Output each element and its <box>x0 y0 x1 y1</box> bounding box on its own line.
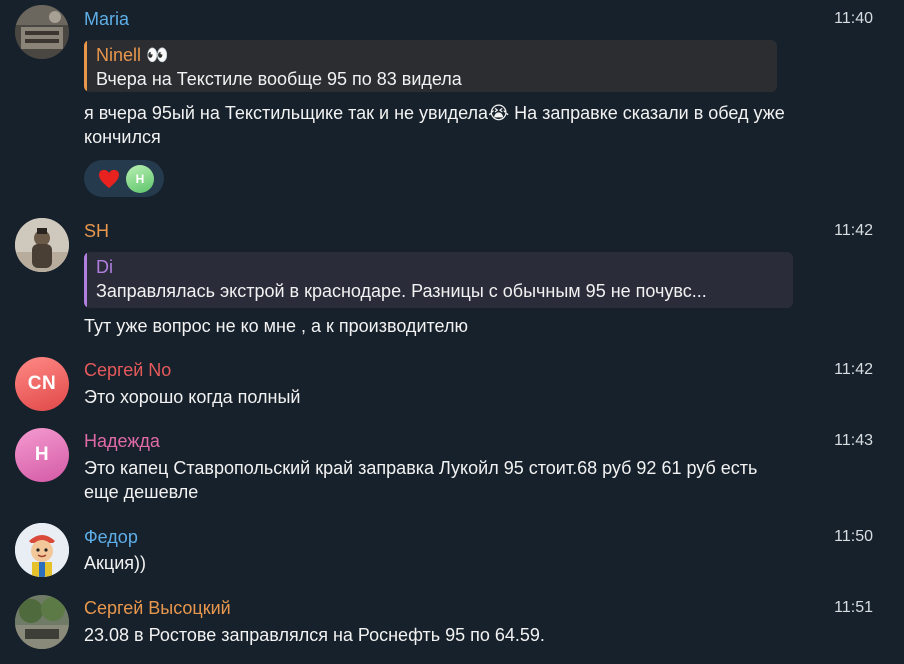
avatar-initials: Н <box>34 444 50 465</box>
avatar-sergey-vysotsky[interactable] <box>15 595 69 649</box>
message-time: 11:42 <box>834 361 873 378</box>
avatar-sh-photo <box>15 218 69 272</box>
reaction-user-avatar: Н <box>126 164 154 193</box>
reply-author: Di <box>96 257 113 277</box>
sender-name[interactable]: Maria <box>84 8 129 30</box>
message-fedor[interactable]: Федор 11:50 Акция)) <box>0 521 904 586</box>
message-time: 11:40 <box>834 10 873 27</box>
message-text: Это капец Ставропольский край заправка Л… <box>84 458 758 502</box>
message-text: 23.08 в Ростове заправлялся на Роснефть … <box>84 625 545 645</box>
reply-quote[interactable]: Ninell 👀 Вчера на Текстиле вообще 95 по … <box>84 40 777 92</box>
message-text: Это хорошо когда полный <box>84 387 301 407</box>
heart-icon <box>98 169 120 189</box>
message-time: 11:51 <box>834 599 873 616</box>
message-sergey-no[interactable]: CN Сергей No 11:42 Это хорошо когда полн… <box>0 355 904 420</box>
reply-quote[interactable]: Di Заправлялась экстрой в краснодаре. Ра… <box>84 252 793 308</box>
sender-name[interactable]: SH <box>84 220 109 242</box>
message-sergey-vysotsky[interactable]: Сергей Высоцкий 11:51 23.08 в Ростове за… <box>0 592 904 664</box>
message-time: 11:43 <box>834 432 873 449</box>
message-text: Акция)) <box>84 553 146 573</box>
cartoon-boy-icon <box>15 523 69 577</box>
message-text: Тут уже вопрос не ко мне , а к производи… <box>84 316 468 336</box>
avatar-fedor[interactable] <box>15 523 69 577</box>
message-time: 11:50 <box>834 528 873 545</box>
sender-name[interactable]: Федор <box>84 526 138 548</box>
sender-name[interactable]: Надежда <box>84 430 160 452</box>
message-sh[interactable]: SH 11:42 Di Заправлялась экстрой в красн… <box>0 210 904 350</box>
sender-name[interactable]: Сергей No <box>84 359 171 381</box>
message-text: я вчера 95ый на Текстильщике так и не ув… <box>84 103 785 147</box>
reply-author: Ninell 👀 <box>96 45 169 65</box>
avatar-maria[interactable] <box>15 5 69 59</box>
message-nadezhda[interactable]: Н Надежда 11:43 Это капец Ставропольский… <box>0 426 904 516</box>
reply-text: Вчера на Текстиле вообще 95 по 83 видела <box>96 69 462 89</box>
reply-text: Заправлялась экстрой в краснодаре. Разни… <box>96 281 707 301</box>
message-maria[interactable]: Maria 11:40 Ninell 👀 Вчера на Текстиле в… <box>0 0 904 205</box>
avatar-sergey-no[interactable]: CN <box>15 357 69 411</box>
reaction-pill[interactable]: Н <box>84 160 164 197</box>
chat-history[interactable]: Maria 11:40 Ninell 👀 Вчера на Текстиле в… <box>0 0 904 664</box>
avatar-maria-photo <box>15 5 69 59</box>
avatar-sh[interactable] <box>15 218 69 272</box>
avatar-sergey-vysotsky-photo <box>15 595 69 649</box>
avatar-nadezhda[interactable]: Н <box>15 428 69 482</box>
avatar-initials: CN <box>27 373 57 394</box>
message-time: 11:42 <box>834 222 873 239</box>
sender-name[interactable]: Сергей Высоцкий <box>84 597 231 619</box>
